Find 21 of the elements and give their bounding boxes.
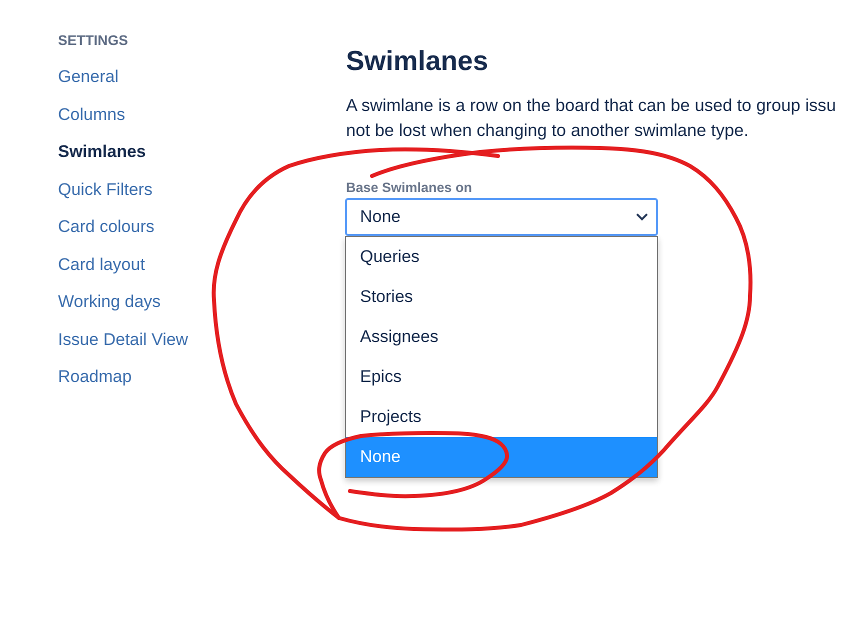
sidebar-link[interactable]: Columns xyxy=(58,96,126,133)
sidebar-link[interactable]: Quick Filters xyxy=(58,170,152,208)
sidebar-heading: SETTINGS xyxy=(58,32,128,48)
dropdown-option[interactable]: Queries xyxy=(346,237,657,277)
field-label: Base Swimlanes on xyxy=(346,180,472,196)
sidebar-link[interactable]: Working days xyxy=(58,283,161,320)
dropdown-option[interactable]: None xyxy=(346,437,657,477)
sidebar-link[interactable]: General xyxy=(58,58,118,96)
swimlane-select[interactable]: None xyxy=(345,198,658,236)
dropdown-option[interactable]: Epics xyxy=(346,357,657,397)
sidebar-link[interactable]: Swimlanes xyxy=(58,133,146,170)
chevron-down-icon xyxy=(636,213,648,221)
page-title: Swimlanes xyxy=(346,44,488,78)
sidebar-link[interactable]: Card layout xyxy=(58,246,145,283)
sidebar-link[interactable]: Card colours xyxy=(58,208,154,246)
dropdown-option[interactable]: Stories xyxy=(346,277,657,317)
dropdown-option[interactable]: Projects xyxy=(346,397,657,437)
sidebar-link[interactable]: Issue Detail View xyxy=(58,320,188,358)
dropdown-option[interactable]: Assignees xyxy=(346,317,657,357)
sidebar-link[interactable]: Roadmap xyxy=(58,358,132,396)
description-text: A swimlane is a row on the board that can be used to group issu not be lost when changing to another swimlane type. xyxy=(346,94,836,142)
